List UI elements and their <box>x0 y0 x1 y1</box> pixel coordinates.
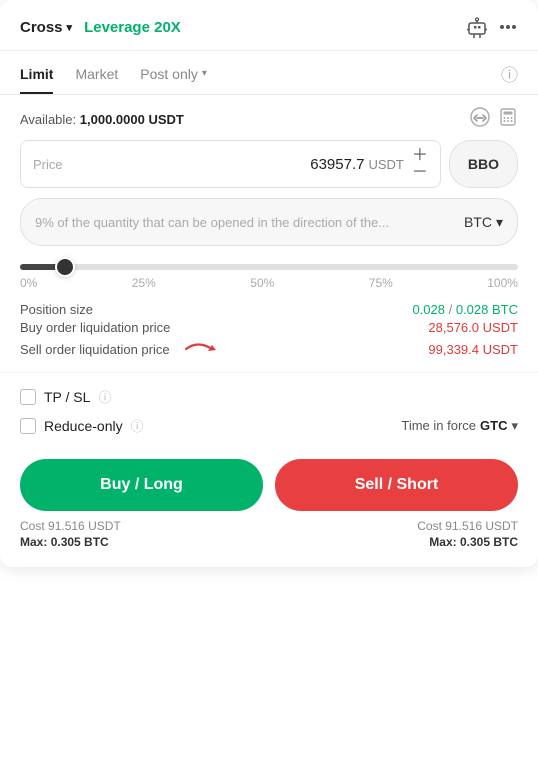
trading-card: Cross ▾ Leverage 20X <box>0 0 538 567</box>
tab-limit[interactable]: Limit <box>20 62 53 94</box>
quantity-placeholder: 9% of the quantity that can be opened in… <box>35 215 464 230</box>
available-label: Available: 1,000.0000 USDT <box>20 112 184 127</box>
slider-label-25: 25% <box>132 276 156 290</box>
bbo-button[interactable]: BBO <box>449 140 518 188</box>
position-size-label: Position size <box>20 302 93 317</box>
info-section: Position size 0.028 / 0.028 BTC Buy orde… <box>0 290 538 360</box>
currency-chevron-icon: ▾ <box>496 214 503 231</box>
calculator-icon[interactable] <box>498 107 518 132</box>
price-value: 63957.7 <box>63 156 365 173</box>
tab-limit-label: Limit <box>20 66 53 82</box>
sell-short-label: Sell / Short <box>355 476 439 493</box>
sell-cost-value: 91.516 USDT <box>445 519 518 533</box>
slider-thumb[interactable] <box>55 257 75 277</box>
header-left: Cross ▾ Leverage 20X <box>20 19 181 36</box>
cross-label: Cross <box>20 19 63 36</box>
price-row: Price 63957.7 USDT ＋ － BBO <box>0 140 538 188</box>
sell-cost-col: Cost 91.516 USDT Max: 0.305 BTC <box>417 519 518 549</box>
chevron-down-icon: ▾ <box>67 21 73 34</box>
header: Cross ▾ Leverage 20X <box>0 0 538 51</box>
robot-button[interactable] <box>466 16 488 38</box>
quantity-input[interactable]: 9% of the quantity that can be opened in… <box>20 198 518 246</box>
robot-icon <box>466 16 488 38</box>
buy-cost-col: Cost 91.516 USDT Max: 0.305 BTC <box>20 519 121 549</box>
buy-liquidation-value: 28,576.0 USDT <box>428 320 518 335</box>
info-icon[interactable]: ⓘ <box>501 61 518 94</box>
buy-long-button[interactable]: Buy / Long <box>20 459 263 511</box>
buy-max: Max: 0.305 BTC <box>20 535 121 549</box>
leverage-label: Leverage 20X <box>84 19 181 36</box>
available-row: Available: 1,000.0000 USDT <box>0 95 538 140</box>
buy-liquidation-row: Buy order liquidation price 28,576.0 USD… <box>20 320 518 335</box>
tif-chevron-icon: ▾ <box>511 418 518 434</box>
bbo-label: BBO <box>468 156 499 172</box>
price-increment-button[interactable]: ＋ <box>412 148 428 164</box>
sell-liquidation-row: Sell order liquidation price 99,339.4 US… <box>20 338 518 360</box>
price-stepper: ＋ － <box>412 148 428 181</box>
chevron-down-icon: ▾ <box>202 68 207 79</box>
tpsl-info-icon[interactable]: ⓘ <box>98 387 111 406</box>
time-in-force-prefix: Time in force <box>401 418 476 433</box>
quantity-row: 9% of the quantity that can be opened in… <box>0 198 538 246</box>
buy-liquidation-label: Buy order liquidation price <box>20 320 170 335</box>
reduce-only-left: Reduce-only ⓘ <box>20 416 144 435</box>
tab-market[interactable]: Market <box>75 62 118 94</box>
quantity-currency[interactable]: BTC ▾ <box>464 214 503 231</box>
slider-label-75: 75% <box>369 276 393 290</box>
slider-section: 0% 25% 50% 75% 100% <box>0 256 538 290</box>
tab-post-only-label: Post only <box>140 66 198 82</box>
available-icons <box>470 107 518 132</box>
price-currency: USDT <box>368 157 403 172</box>
reduce-only-label: Reduce-only <box>44 418 123 434</box>
tpsl-option-left: TP / SL ⓘ <box>20 387 111 406</box>
reduce-only-row: Reduce-only ⓘ Time in force GTC ▾ <box>20 416 518 435</box>
tpsl-row: TP / SL ⓘ <box>20 387 518 406</box>
price-label: Price <box>33 157 63 172</box>
tpsl-label: TP / SL <box>44 389 90 405</box>
position-size-row: Position size 0.028 / 0.028 BTC <box>20 302 518 317</box>
time-in-force-value: GTC <box>480 418 507 433</box>
options-section: TP / SL ⓘ Reduce-only ⓘ Time in force GT… <box>0 372 538 435</box>
slider-label-50: 50% <box>250 276 274 290</box>
buy-cost-label: Cost 91.516 USDT <box>20 519 121 533</box>
more-button[interactable] <box>498 17 518 37</box>
action-buttons: Buy / Long Sell / Short <box>0 445 538 511</box>
sell-short-button[interactable]: Sell / Short <box>275 459 518 511</box>
sell-liquidation-value: 99,339.4 USDT <box>428 342 518 357</box>
sell-cost-label: Cost 91.516 USDT <box>417 519 518 533</box>
slider-labels: 0% 25% 50% 75% 100% <box>20 276 518 290</box>
transfer-icon[interactable] <box>470 107 490 132</box>
tab-market-label: Market <box>75 66 118 82</box>
slider-track[interactable] <box>20 264 518 270</box>
slider-label-100: 100% <box>487 276 518 290</box>
buy-long-label: Buy / Long <box>100 476 183 493</box>
available-value: 1,000.0000 USDT <box>80 112 184 127</box>
tabs: Limit Market Post only ▾ ⓘ <box>0 51 538 95</box>
sell-max: Max: 0.305 BTC <box>417 535 518 549</box>
more-icon <box>498 17 518 37</box>
header-icons <box>466 16 518 38</box>
sell-liquidation-label: Sell order liquidation price <box>20 342 170 357</box>
cost-row: Cost 91.516 USDT Max: 0.305 BTC Cost 91.… <box>0 511 538 549</box>
tpsl-checkbox[interactable] <box>20 389 36 405</box>
cross-button[interactable]: Cross ▾ <box>20 19 72 36</box>
red-arrow-icon <box>180 338 218 360</box>
slider-label-0: 0% <box>20 276 37 290</box>
tab-post-only[interactable]: Post only ▾ <box>140 62 207 94</box>
reduce-only-checkbox[interactable] <box>20 418 36 434</box>
leverage-button[interactable]: Leverage 20X <box>84 19 181 36</box>
buy-cost-value: 91.516 USDT <box>48 519 121 533</box>
time-in-force-control[interactable]: Time in force GTC ▾ <box>401 418 518 434</box>
price-input[interactable]: Price 63957.7 USDT ＋ － <box>20 140 441 188</box>
position-size-value: 0.028 / 0.028 BTC <box>412 302 518 317</box>
price-decrement-button[interactable]: － <box>412 165 428 181</box>
reduce-only-info-icon[interactable]: ⓘ <box>131 416 144 435</box>
